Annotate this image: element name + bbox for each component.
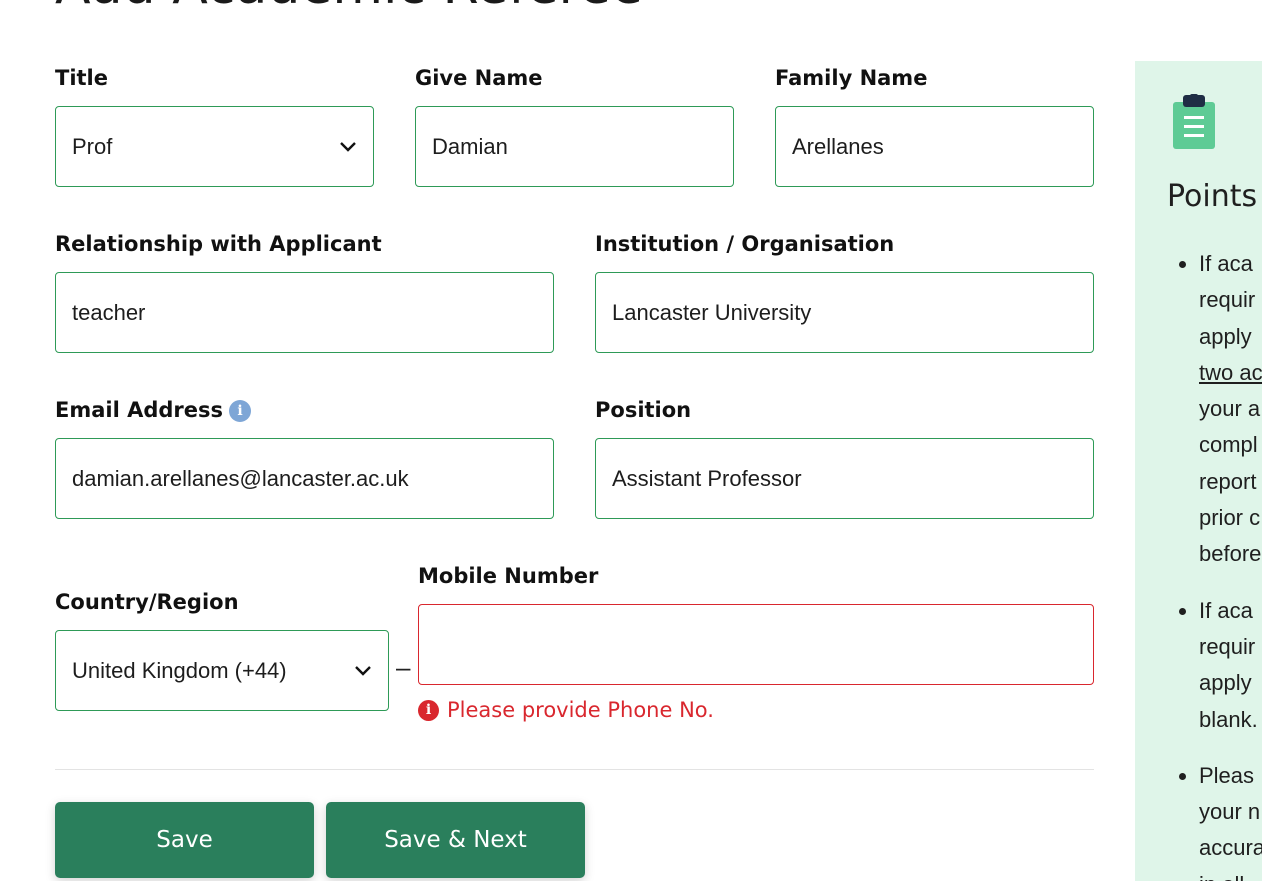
email-input[interactable]: damian.arellanes@lancaster.ac.uk bbox=[55, 438, 554, 519]
given-name-label: Give Name bbox=[415, 66, 543, 90]
divider bbox=[55, 769, 1094, 770]
page-title: Add Academic Referee bbox=[55, 0, 643, 16]
phone-separator: – bbox=[396, 652, 411, 682]
info-icon[interactable]: i bbox=[229, 400, 252, 422]
institution-input[interactable]: Lancaster University bbox=[595, 272, 1094, 353]
list-item: If aca requir apply two ac your a compl … bbox=[1199, 246, 1262, 573]
institution-value: Lancaster University bbox=[612, 299, 812, 325]
mobile-label: Mobile Number bbox=[418, 564, 599, 588]
position-label: Position bbox=[595, 398, 692, 422]
title-select[interactable]: Prof bbox=[55, 106, 374, 187]
list-item-line: your n bbox=[1199, 799, 1261, 825]
email-value: damian.arellanes@lancaster.ac.uk bbox=[72, 465, 409, 491]
points-title: Points bbox=[1167, 179, 1258, 214]
mobile-error-text: Please provide Phone No. bbox=[447, 698, 714, 722]
error-icon: i bbox=[418, 699, 439, 721]
email-label-text: Email Address bbox=[55, 398, 224, 422]
email-label: Email Address i bbox=[55, 397, 252, 423]
list-item-line: requir bbox=[1199, 633, 1256, 659]
list-item-line: If aca bbox=[1199, 597, 1253, 623]
mobile-error: i Please provide Phone No. bbox=[418, 698, 714, 722]
list-item-line: your a bbox=[1199, 396, 1261, 422]
mobile-input[interactable] bbox=[418, 604, 1094, 685]
list-item-line: before bbox=[1199, 541, 1262, 567]
list-item-line: two ac bbox=[1199, 359, 1262, 385]
position-value: Assistant Professor bbox=[612, 465, 802, 491]
relationship-label: Relationship with Applicant bbox=[55, 232, 382, 256]
country-label: Country/Region bbox=[55, 590, 239, 614]
institution-label: Institution / Organisation bbox=[595, 232, 895, 256]
list-item-line: prior c bbox=[1199, 505, 1261, 531]
country-select[interactable]: United Kingdom (+44) bbox=[55, 630, 389, 711]
points-list: If aca requir apply two ac your a compl … bbox=[1165, 246, 1262, 881]
list-item-line: in all bbox=[1199, 867, 1262, 881]
relationship-input[interactable]: teacher bbox=[55, 272, 554, 353]
clipboard-icon bbox=[1173, 94, 1215, 154]
list-item-line: If aca bbox=[1199, 251, 1253, 276]
country-select-value: United Kingdom (+44) bbox=[72, 657, 287, 683]
save-next-button[interactable]: Save & Next bbox=[326, 802, 585, 878]
list-item-line: report bbox=[1199, 468, 1257, 494]
list-item-line: Pleas bbox=[1199, 762, 1255, 788]
list-item-line: apply bbox=[1199, 670, 1252, 696]
given-name-input[interactable]: Damian bbox=[415, 106, 734, 187]
list-item-line: accura bbox=[1199, 835, 1262, 861]
family-name-label: Family Name bbox=[775, 66, 928, 90]
list-item-line: apply bbox=[1199, 323, 1252, 349]
family-name-value: Arellanes bbox=[792, 133, 884, 159]
given-name-value: Damian bbox=[432, 133, 508, 159]
position-input[interactable]: Assistant Professor bbox=[595, 438, 1094, 519]
chevron-down-icon bbox=[354, 662, 372, 680]
chevron-down-icon bbox=[339, 138, 357, 156]
save-button[interactable]: Save bbox=[55, 802, 314, 878]
title-select-value: Prof bbox=[72, 133, 113, 159]
list-item-line: compl bbox=[1199, 432, 1258, 458]
list-item: Pleas your n accura in all bbox=[1199, 758, 1262, 881]
relationship-value: teacher bbox=[72, 299, 146, 325]
points-panel: Points If aca requir apply two ac your a… bbox=[1135, 61, 1262, 881]
list-item: If aca requir apply blank. bbox=[1199, 593, 1262, 738]
family-name-input[interactable]: Arellanes bbox=[775, 106, 1094, 187]
title-label: Title bbox=[55, 66, 109, 90]
list-item-line: requir bbox=[1199, 287, 1256, 313]
list-item-line: blank. bbox=[1199, 706, 1258, 732]
